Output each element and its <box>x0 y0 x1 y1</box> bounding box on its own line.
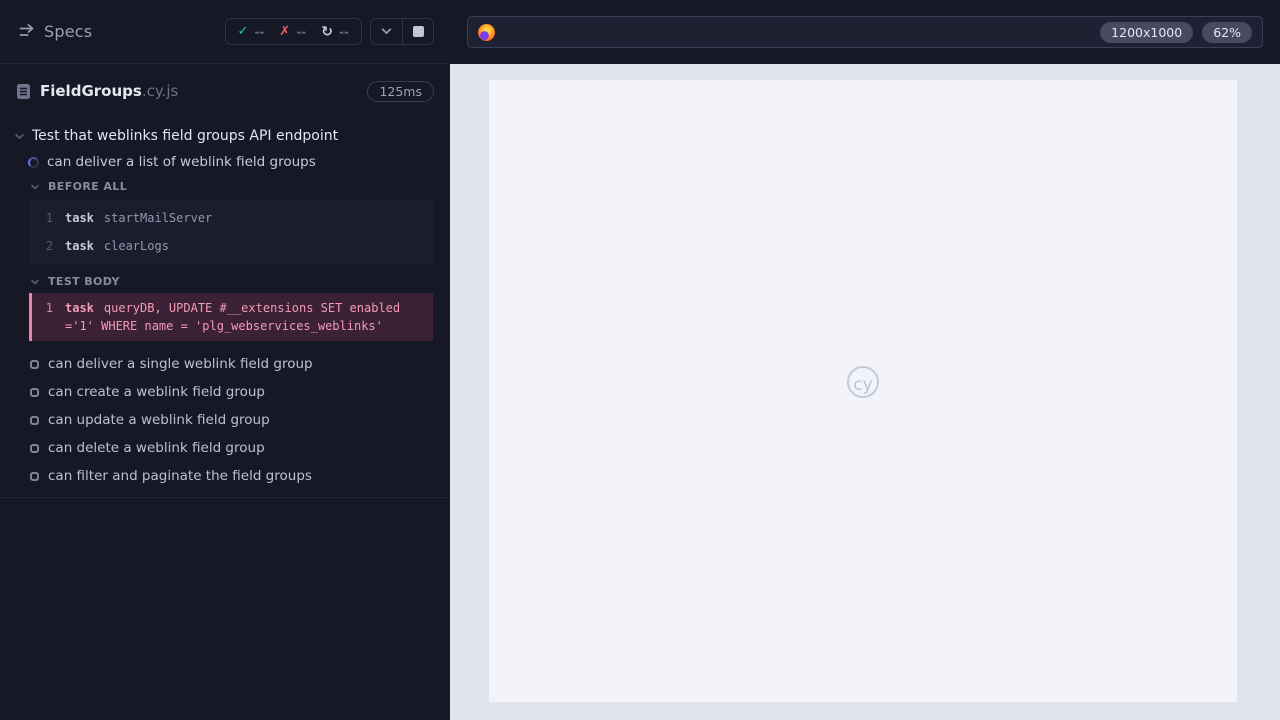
pending-test-row[interactable]: can delete a weblink field group <box>0 434 450 462</box>
section-label: TEST BODY <box>48 275 120 288</box>
before-all-commands: 1 task startMailServer 2 task clearLogs <box>29 199 433 265</box>
chevron-down-icon <box>15 133 24 139</box>
failed-x-icon: ✗ <box>279 24 291 39</box>
viewport-size-badge[interactable]: 1200x1000 <box>1100 21 1194 43</box>
pending-test-icon <box>30 471 39 481</box>
command-row[interactable]: 1 task startMailServer <box>29 204 433 232</box>
pending-test-label: can filter and paginate the field groups <box>48 468 312 484</box>
test-body-section-header[interactable]: TEST BODY <box>0 275 450 288</box>
stat-running: ↻ -- <box>321 25 349 39</box>
passed-count: -- <box>254 24 265 39</box>
reporter-divider <box>0 497 450 498</box>
pending-test-icon <box>30 387 39 397</box>
stop-run-button[interactable] <box>402 19 433 44</box>
command-message: queryDB, UPDATE #__extensions SET enable… <box>65 301 401 333</box>
command-method: task <box>65 211 94 225</box>
sidebar-expand-icon[interactable] <box>16 21 38 43</box>
running-count: -- <box>339 24 349 39</box>
pending-test-label: can deliver a single weblink field group <box>48 356 313 372</box>
command-method: task <box>65 301 94 315</box>
stat-failed: ✗ -- <box>279 24 306 39</box>
pending-test-row[interactable]: can create a weblink field group <box>0 378 450 406</box>
cypress-watermark-icon: cy <box>847 366 879 398</box>
stop-icon <box>412 26 424 37</box>
specs-header: Specs ✓ -- ✗ -- ↻ -- <box>0 0 450 64</box>
cypress-watermark-text: cy <box>853 374 873 395</box>
url-bar[interactable]: 1200x1000 62% <box>467 16 1263 48</box>
pending-test-icon <box>30 359 39 369</box>
spec-duration-badge: 125ms <box>367 80 434 102</box>
reporter: FieldGroups .cy.js 125ms Test that weblin… <box>0 64 450 720</box>
pending-test-icon <box>30 443 39 453</box>
before-all-section-header[interactable]: BEFORE ALL <box>0 180 450 193</box>
command-method: task <box>65 239 94 253</box>
spec-file-ext: .cy.js <box>141 82 179 100</box>
command-row[interactable]: 2 task clearLogs <box>29 232 433 260</box>
stat-passed: ✓ -- <box>238 24 265 39</box>
pending-test-row[interactable]: can filter and paginate the field groups <box>0 462 450 490</box>
running-restart-icon: ↻ <box>321 23 334 40</box>
command-number: 2 <box>45 239 53 253</box>
command-message: startMailServer <box>103 211 213 225</box>
spec-file-name: FieldGroups <box>40 82 142 100</box>
suite-title: Test that weblinks field groups API endp… <box>32 128 339 144</box>
pending-test-row[interactable]: can update a weblink field group <box>0 406 450 434</box>
suite-row[interactable]: Test that weblinks field groups API endp… <box>0 112 450 144</box>
specs-reporter-panel: Specs ✓ -- ✗ -- ↻ -- FieldGroups .cy.js … <box>0 0 450 720</box>
section-label: BEFORE ALL <box>48 180 128 193</box>
test-body-commands: 1 task queryDB, UPDATE #__extensions SET … <box>29 293 433 341</box>
command-message: clearLogs <box>103 239 169 253</box>
failed-count: -- <box>296 24 307 39</box>
firefox-icon <box>478 23 495 41</box>
chevron-down-icon <box>381 28 392 35</box>
command-row-highlighted[interactable]: 1 task queryDB, UPDATE #__extensions SET … <box>32 299 433 335</box>
cypress-runner: Specs ✓ -- ✗ -- ↻ -- FieldGroups .cy.js … <box>0 0 1280 720</box>
aut-panel: 1200x1000 62% cy <box>450 0 1280 720</box>
collapse-specs-button[interactable] <box>371 19 402 44</box>
pending-test-label: can create a weblink field group <box>48 384 265 400</box>
browser-topbar: 1200x1000 62% <box>450 0 1280 64</box>
running-test-title: can deliver a list of weblink field grou… <box>47 154 316 170</box>
pending-test-icon <box>30 415 39 425</box>
pending-tests-list: can deliver a single weblink field group… <box>0 350 450 490</box>
pending-test-label: can update a weblink field group <box>48 412 270 428</box>
pending-test-label: can delete a weblink field group <box>48 440 265 456</box>
specs-title: Specs <box>44 22 93 41</box>
chevron-down-icon <box>31 184 39 189</box>
test-running-spinner-icon <box>28 156 39 168</box>
running-test-row[interactable]: can deliver a list of weblink field grou… <box>0 154 450 170</box>
run-controls <box>370 18 434 45</box>
command-number: 1 <box>45 211 53 225</box>
run-stats: ✓ -- ✗ -- ↻ -- <box>224 18 362 45</box>
passed-check-icon: ✓ <box>237 24 249 39</box>
zoom-level-badge[interactable]: 62% <box>1202 21 1252 43</box>
command-number: 1 <box>45 301 53 315</box>
viewport-stage: cy <box>450 64 1280 720</box>
aut-frame: cy <box>489 80 1237 702</box>
spec-file-icon <box>17 83 30 99</box>
spec-file-row[interactable]: FieldGroups .cy.js 125ms <box>0 70 450 112</box>
pending-test-row[interactable]: can deliver a single weblink field group <box>0 350 450 378</box>
chevron-down-icon <box>31 279 39 284</box>
